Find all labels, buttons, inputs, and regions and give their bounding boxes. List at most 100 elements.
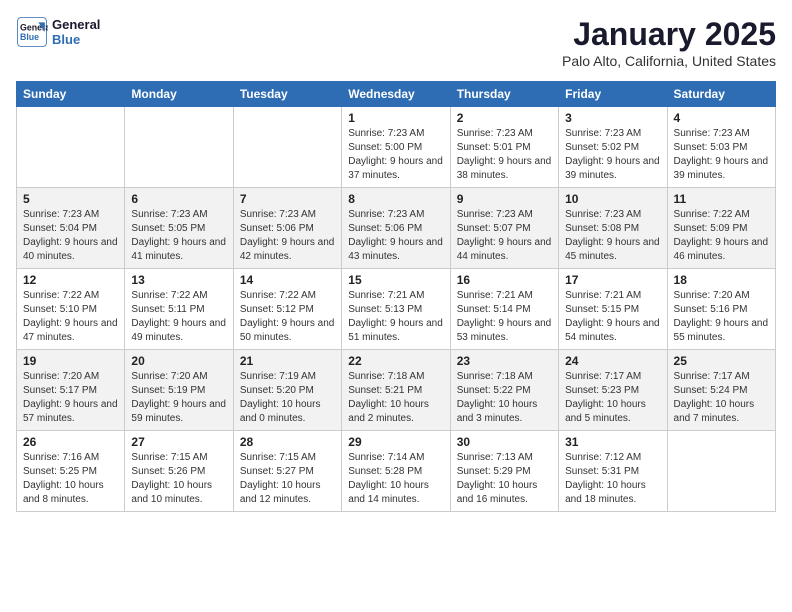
cell-details: Sunrise: 7:18 AM Sunset: 5:21 PM Dayligh… [348, 370, 443, 426]
calendar-cell: 16 Sunrise: 7:21 AM Sunset: 5:14 PM Dayli… [450, 269, 558, 350]
calendar-week-row: 5 Sunrise: 7:23 AM Sunset: 5:04 PM Daylig… [17, 188, 776, 269]
day-number: 21 [240, 354, 335, 368]
day-number: 27 [131, 435, 226, 449]
calendar-cell: 30 Sunrise: 7:13 AM Sunset: 5:29 PM Dayli… [450, 431, 558, 512]
calendar-cell: 7 Sunrise: 7:23 AM Sunset: 5:06 PM Daylig… [233, 188, 341, 269]
cell-details: Sunrise: 7:19 AM Sunset: 5:20 PM Dayligh… [240, 370, 335, 426]
cell-details: Sunrise: 7:20 AM Sunset: 5:19 PM Dayligh… [131, 370, 226, 426]
day-number: 22 [348, 354, 443, 368]
logo-icon: General Blue [16, 16, 48, 48]
day-number: 4 [674, 111, 769, 125]
cell-details: Sunrise: 7:20 AM Sunset: 5:16 PM Dayligh… [674, 289, 769, 345]
calendar-cell: 17Sunrise: 7:21 AM Sunset: 5:15 PM Dayli… [559, 269, 667, 350]
weekday-header: Wednesday [342, 82, 450, 107]
calendar-cell: 19Sunrise: 7:20 AM Sunset: 5:17 PM Dayli… [17, 350, 125, 431]
day-number: 15 [348, 273, 443, 287]
calendar-cell: 22 Sunrise: 7:18 AM Sunset: 5:21 PM Dayli… [342, 350, 450, 431]
calendar-cell: 2 Sunrise: 7:23 AM Sunset: 5:01 PM Daylig… [450, 107, 558, 188]
calendar-cell: 9 Sunrise: 7:23 AM Sunset: 5:07 PM Daylig… [450, 188, 558, 269]
day-number: 20 [131, 354, 226, 368]
month-title: January 2025 [562, 16, 776, 53]
calendar-cell: 21 Sunrise: 7:19 AM Sunset: 5:20 PM Dayli… [233, 350, 341, 431]
cell-details: Sunrise: 7:23 AM Sunset: 5:08 PM Dayligh… [565, 208, 660, 264]
cell-details: Sunrise: 7:23 AM Sunset: 5:06 PM Dayligh… [348, 208, 443, 264]
calendar-cell: 1Sunrise: 7:23 AM Sunset: 5:00 PM Daylig… [342, 107, 450, 188]
calendar-cell: 29 Sunrise: 7:14 AM Sunset: 5:28 PM Dayli… [342, 431, 450, 512]
day-number: 11 [674, 192, 769, 206]
weekday-header-row: SundayMondayTuesdayWednesdayThursdayFrid… [17, 82, 776, 107]
day-number: 14 [240, 273, 335, 287]
calendar-cell: 4Sunrise: 7:23 AM Sunset: 5:03 PM Daylig… [667, 107, 775, 188]
calendar-cell: 3Sunrise: 7:23 AM Sunset: 5:02 PM Daylig… [559, 107, 667, 188]
day-number: 25 [674, 354, 769, 368]
calendar-cell: 5 Sunrise: 7:23 AM Sunset: 5:04 PM Daylig… [17, 188, 125, 269]
calendar-cell [125, 107, 233, 188]
calendar-cell: 26Sunrise: 7:16 AM Sunset: 5:25 PM Dayli… [17, 431, 125, 512]
day-number: 31 [565, 435, 660, 449]
cell-details: Sunrise: 7:17 AM Sunset: 5:23 PM Dayligh… [565, 370, 660, 426]
day-number: 26 [23, 435, 118, 449]
cell-details: Sunrise: 7:23 AM Sunset: 5:02 PM Dayligh… [565, 127, 660, 183]
cell-details: Sunrise: 7:13 AM Sunset: 5:29 PM Dayligh… [457, 451, 552, 507]
day-number: 29 [348, 435, 443, 449]
calendar-cell: 23Sunrise: 7:18 AM Sunset: 5:22 PM Dayli… [450, 350, 558, 431]
calendar-week-row: 12 Sunrise: 7:22 AM Sunset: 5:10 PM Dayli… [17, 269, 776, 350]
logo-text-line1: General [52, 17, 100, 32]
day-number: 9 [457, 192, 552, 206]
title-block: January 2025 Palo Alto, California, Unit… [562, 16, 776, 69]
cell-details: Sunrise: 7:22 AM Sunset: 5:11 PM Dayligh… [131, 289, 226, 345]
calendar-cell: 18Sunrise: 7:20 AM Sunset: 5:16 PM Dayli… [667, 269, 775, 350]
calendar-cell: 28Sunrise: 7:15 AM Sunset: 5:27 PM Dayli… [233, 431, 341, 512]
day-number: 24 [565, 354, 660, 368]
cell-details: Sunrise: 7:17 AM Sunset: 5:24 PM Dayligh… [674, 370, 769, 426]
day-number: 8 [348, 192, 443, 206]
day-number: 12 [23, 273, 118, 287]
calendar-cell: 12 Sunrise: 7:22 AM Sunset: 5:10 PM Dayli… [17, 269, 125, 350]
cell-details: Sunrise: 7:23 AM Sunset: 5:00 PM Dayligh… [348, 127, 443, 183]
cell-details: Sunrise: 7:15 AM Sunset: 5:26 PM Dayligh… [131, 451, 226, 507]
day-number: 5 [23, 192, 118, 206]
cell-details: Sunrise: 7:21 AM Sunset: 5:14 PM Dayligh… [457, 289, 552, 345]
cell-details: Sunrise: 7:21 AM Sunset: 5:13 PM Dayligh… [348, 289, 443, 345]
cell-details: Sunrise: 7:23 AM Sunset: 5:05 PM Dayligh… [131, 208, 226, 264]
cell-details: Sunrise: 7:22 AM Sunset: 5:09 PM Dayligh… [674, 208, 769, 264]
calendar-week-row: 26Sunrise: 7:16 AM Sunset: 5:25 PM Dayli… [17, 431, 776, 512]
calendar-cell [667, 431, 775, 512]
calendar-cell: 14 Sunrise: 7:22 AM Sunset: 5:12 PM Dayli… [233, 269, 341, 350]
cell-details: Sunrise: 7:23 AM Sunset: 5:06 PM Dayligh… [240, 208, 335, 264]
day-number: 13 [131, 273, 226, 287]
calendar-cell: 8 Sunrise: 7:23 AM Sunset: 5:06 PM Daylig… [342, 188, 450, 269]
calendar-cell [233, 107, 341, 188]
day-number: 17 [565, 273, 660, 287]
day-number: 16 [457, 273, 552, 287]
cell-details: Sunrise: 7:14 AM Sunset: 5:28 PM Dayligh… [348, 451, 443, 507]
cell-details: Sunrise: 7:12 AM Sunset: 5:31 PM Dayligh… [565, 451, 660, 507]
calendar-week-row: 1Sunrise: 7:23 AM Sunset: 5:00 PM Daylig… [17, 107, 776, 188]
cell-details: Sunrise: 7:15 AM Sunset: 5:27 PM Dayligh… [240, 451, 335, 507]
cell-details: Sunrise: 7:23 AM Sunset: 5:07 PM Dayligh… [457, 208, 552, 264]
cell-details: Sunrise: 7:22 AM Sunset: 5:12 PM Dayligh… [240, 289, 335, 345]
calendar-cell: 15 Sunrise: 7:21 AM Sunset: 5:13 PM Dayli… [342, 269, 450, 350]
day-number: 23 [457, 354, 552, 368]
calendar-table: SundayMondayTuesdayWednesdayThursdayFrid… [16, 81, 776, 512]
calendar-cell: 13 Sunrise: 7:22 AM Sunset: 5:11 PM Dayli… [125, 269, 233, 350]
calendar-week-row: 19Sunrise: 7:20 AM Sunset: 5:17 PM Dayli… [17, 350, 776, 431]
day-number: 2 [457, 111, 552, 125]
calendar-cell: 31 Sunrise: 7:12 AM Sunset: 5:31 PM Dayli… [559, 431, 667, 512]
calendar-cell: 6Sunrise: 7:23 AM Sunset: 5:05 PM Daylig… [125, 188, 233, 269]
cell-details: Sunrise: 7:23 AM Sunset: 5:01 PM Dayligh… [457, 127, 552, 183]
day-number: 10 [565, 192, 660, 206]
location: Palo Alto, California, United States [562, 53, 776, 69]
calendar-cell: 11 Sunrise: 7:22 AM Sunset: 5:09 PM Dayli… [667, 188, 775, 269]
cell-details: Sunrise: 7:22 AM Sunset: 5:10 PM Dayligh… [23, 289, 118, 345]
day-number: 7 [240, 192, 335, 206]
weekday-header: Monday [125, 82, 233, 107]
weekday-header: Saturday [667, 82, 775, 107]
calendar-cell: 10 Sunrise: 7:23 AM Sunset: 5:08 PM Dayli… [559, 188, 667, 269]
weekday-header: Sunday [17, 82, 125, 107]
cell-details: Sunrise: 7:20 AM Sunset: 5:17 PM Dayligh… [23, 370, 118, 426]
day-number: 30 [457, 435, 552, 449]
calendar-cell: 25 Sunrise: 7:17 AM Sunset: 5:24 PM Dayli… [667, 350, 775, 431]
calendar-cell [17, 107, 125, 188]
cell-details: Sunrise: 7:23 AM Sunset: 5:04 PM Dayligh… [23, 208, 118, 264]
